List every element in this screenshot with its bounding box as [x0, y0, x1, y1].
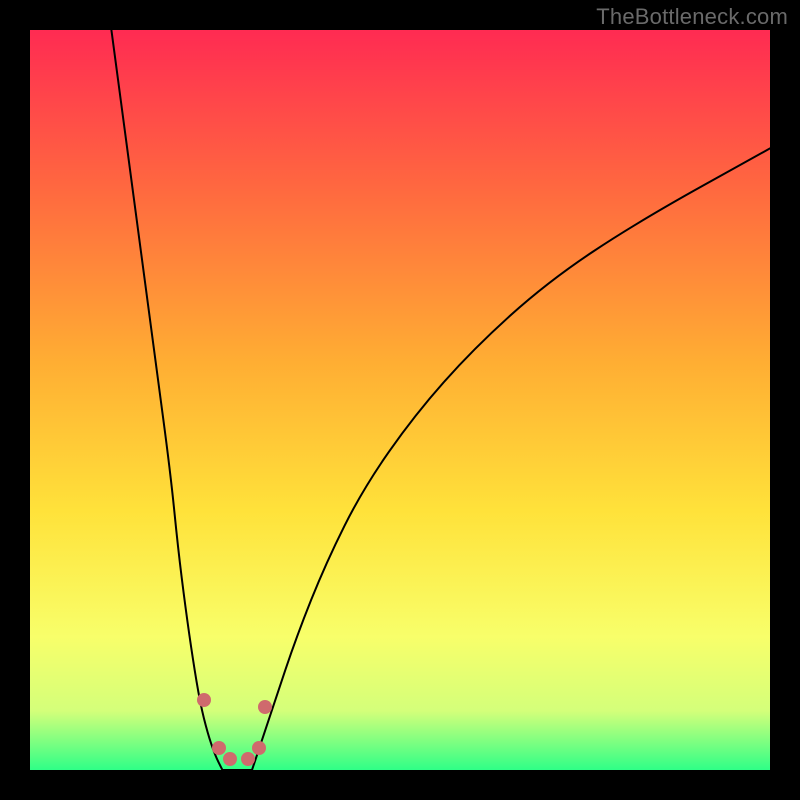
- chart-svg: [30, 30, 770, 770]
- outer-frame: TheBottleneck.com: [0, 0, 800, 800]
- marker-dot-1: [212, 741, 226, 755]
- curve-right-branch: [252, 148, 770, 770]
- plot-area: [30, 30, 770, 770]
- curve-left-branch: [111, 30, 222, 770]
- marker-dot-0: [197, 693, 211, 707]
- marker-dot-2: [223, 752, 237, 766]
- watermark-text: TheBottleneck.com: [596, 4, 788, 30]
